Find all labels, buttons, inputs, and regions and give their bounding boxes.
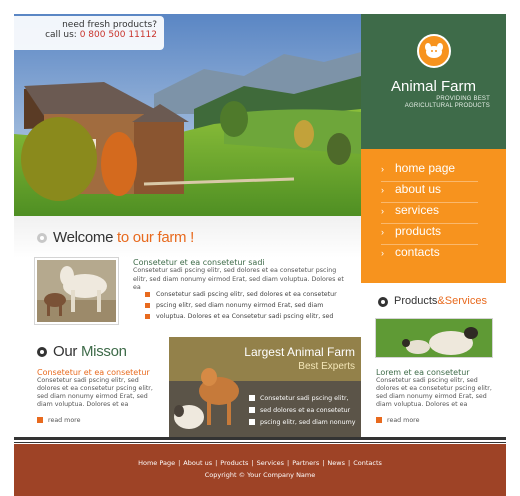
- read-more-label: read more: [48, 417, 81, 424]
- list-item-text: pscing elitr, sed diam nonumy eirmod Era…: [156, 302, 324, 309]
- brand-tagline-line2: AGRICULTURAL PRODUCTS: [404, 103, 490, 109]
- bullet-square-icon: [249, 407, 255, 413]
- bullet-square-icon: [249, 395, 255, 401]
- welcome-title-main: Welcome: [53, 229, 114, 246]
- banner-title: Largest Animal Farm: [244, 345, 355, 359]
- call-us-box: need fresh products? call us: 0 800 500 …: [14, 16, 164, 50]
- footer-link-about[interactable]: About us: [183, 459, 212, 467]
- mission-title-main: Our: [53, 343, 78, 360]
- nav-item-home[interactable]: › home page: [381, 161, 478, 182]
- products-bullet-icon: [378, 297, 388, 307]
- welcome-bullet-icon: [37, 233, 47, 243]
- footer-separator: |: [215, 459, 218, 467]
- brand-title: Animal Farm: [390, 78, 476, 95]
- chevron-right-icon: ›: [381, 227, 384, 237]
- mission-title: Our Misson: [53, 343, 127, 360]
- products-read-more-link[interactable]: read more: [376, 417, 420, 424]
- bullet-square-icon: [249, 419, 255, 425]
- mission-body: Consetetur sadi pscing elitr, sed dolore…: [37, 377, 153, 408]
- main-nav: › home page › about us › services › products…: [361, 149, 506, 283]
- nav-item-label: services: [395, 203, 440, 217]
- welcome-title-accent: to our farm !: [113, 229, 194, 246]
- bullet-square-icon: [145, 302, 150, 308]
- callout-prefix: call us:: [45, 30, 77, 40]
- list-item-text: Consetetur sadi pscing elitr,: [260, 395, 349, 402]
- welcome-title: Welcome to our farm !: [53, 229, 194, 246]
- footer-divider-thin: [14, 442, 506, 443]
- chevron-right-icon: ›: [381, 206, 384, 216]
- footer-link-partners[interactable]: Partners: [292, 459, 319, 467]
- list-item-text: sed dolores et ea consetetur: [260, 407, 351, 414]
- list-item: pscing elitr, sed diam nonumy eirmod Era…: [145, 300, 355, 311]
- welcome-subtitle: Consetetur et ea consetetur sadi: [133, 258, 265, 267]
- list-item: Consetetur sadi pscing elitr,: [249, 393, 356, 405]
- footer: Home Page | About us | Products | Services | Par…: [14, 444, 506, 496]
- chevron-right-icon: ›: [381, 164, 384, 174]
- nav-item-label: about us: [395, 182, 442, 196]
- brand-panel: Animal Farm PROVIDING BEST AGRICULTURAL …: [361, 14, 506, 149]
- mission-bullet-icon: [37, 347, 47, 357]
- banner-list: Consetetur sadi pscing elitr, sed dolore…: [249, 393, 356, 429]
- brand-tagline: PROVIDING BEST AGRICULTURAL PRODUCTS: [370, 96, 490, 110]
- footer-link-services[interactable]: Services: [257, 459, 284, 467]
- list-item: voluptua. Dolores et ea Consetetur sadi …: [145, 311, 355, 322]
- read-more-label: read more: [387, 417, 420, 424]
- arrow-square-icon: [376, 417, 382, 423]
- list-item-text: Consetetur sadi pscing elitr, sed dolore…: [156, 291, 337, 298]
- list-item: Consetetur sadi pscing elitr, sed dolore…: [145, 289, 355, 300]
- mission-read-more-link[interactable]: read more: [37, 417, 81, 424]
- list-item-text: pscing elitr, sed diam nonumy: [260, 419, 356, 426]
- footer-separator: |: [322, 459, 325, 467]
- page: need fresh products? call us: 0 800 500 …: [0, 0, 520, 496]
- products-subtitle: Lorem et ea consetetur: [376, 368, 470, 377]
- welcome-list: Consetetur sadi pscing elitr, sed dolore…: [145, 289, 355, 322]
- list-item-text: voluptua. Dolores et ea Consetetur sadi …: [156, 313, 334, 320]
- footer-link-contacts[interactable]: Contacts: [353, 459, 382, 467]
- sheep-photo: [375, 318, 493, 358]
- footer-divider: [14, 437, 506, 440]
- products-title: Products&Services: [394, 295, 487, 307]
- footer-link-home[interactable]: Home Page: [138, 459, 175, 467]
- mission-title-accent: Misson: [77, 343, 127, 360]
- phone-number[interactable]: 0 800 500 11112: [80, 30, 157, 40]
- brand-tagline-line1: PROVIDING BEST: [436, 96, 490, 102]
- cow-and-sheep-image: [174, 368, 239, 429]
- callout-heading: need fresh products?: [62, 20, 157, 30]
- nav-item-contacts[interactable]: › contacts: [381, 245, 478, 266]
- chevron-right-icon: ›: [381, 185, 384, 195]
- footer-link-products[interactable]: Products: [220, 459, 248, 467]
- nav-item-label: home page: [395, 161, 456, 175]
- bullet-square-icon: [145, 291, 150, 297]
- footer-separator: |: [178, 459, 181, 467]
- copyright: Copyright © Your Company Name: [204, 471, 316, 479]
- horse-photo: [34, 257, 119, 325]
- mission-subtitle: Consetetur et ea consetetur: [37, 368, 150, 377]
- arrow-square-icon: [37, 417, 43, 423]
- callout-phone-line: call us: 0 800 500 11112: [14, 30, 157, 40]
- products-body: Consetetur sadi pscing elitr, sed dolore…: [376, 377, 492, 408]
- products-title-accent: &Services: [437, 295, 487, 307]
- nav-item-label: products: [395, 224, 442, 238]
- footer-separator: |: [287, 459, 290, 467]
- list-item: pscing elitr, sed diam nonumy: [249, 417, 356, 429]
- nav-item-services[interactable]: › services: [381, 203, 478, 224]
- list-item: sed dolores et ea consetetur: [249, 405, 356, 417]
- banner-subtitle: Best Experts: [298, 361, 355, 372]
- products-title-main: Products: [394, 295, 438, 307]
- footer-separator: |: [348, 459, 351, 467]
- nav-item-about[interactable]: › about us: [381, 182, 478, 203]
- animal-head-icon[interactable]: [417, 34, 451, 68]
- footer-links: Home Page | About us | Products | Services | Par…: [14, 459, 506, 467]
- nav-item-products[interactable]: › products: [381, 224, 478, 245]
- nav-item-label: contacts: [395, 245, 440, 259]
- largest-farm-banner[interactable]: Largest Animal Farm Best Experts Consete…: [169, 337, 361, 437]
- footer-separator: |: [251, 459, 254, 467]
- footer-link-news[interactable]: News: [327, 459, 345, 467]
- chevron-right-icon: ›: [381, 248, 384, 258]
- bullet-square-icon: [145, 313, 150, 319]
